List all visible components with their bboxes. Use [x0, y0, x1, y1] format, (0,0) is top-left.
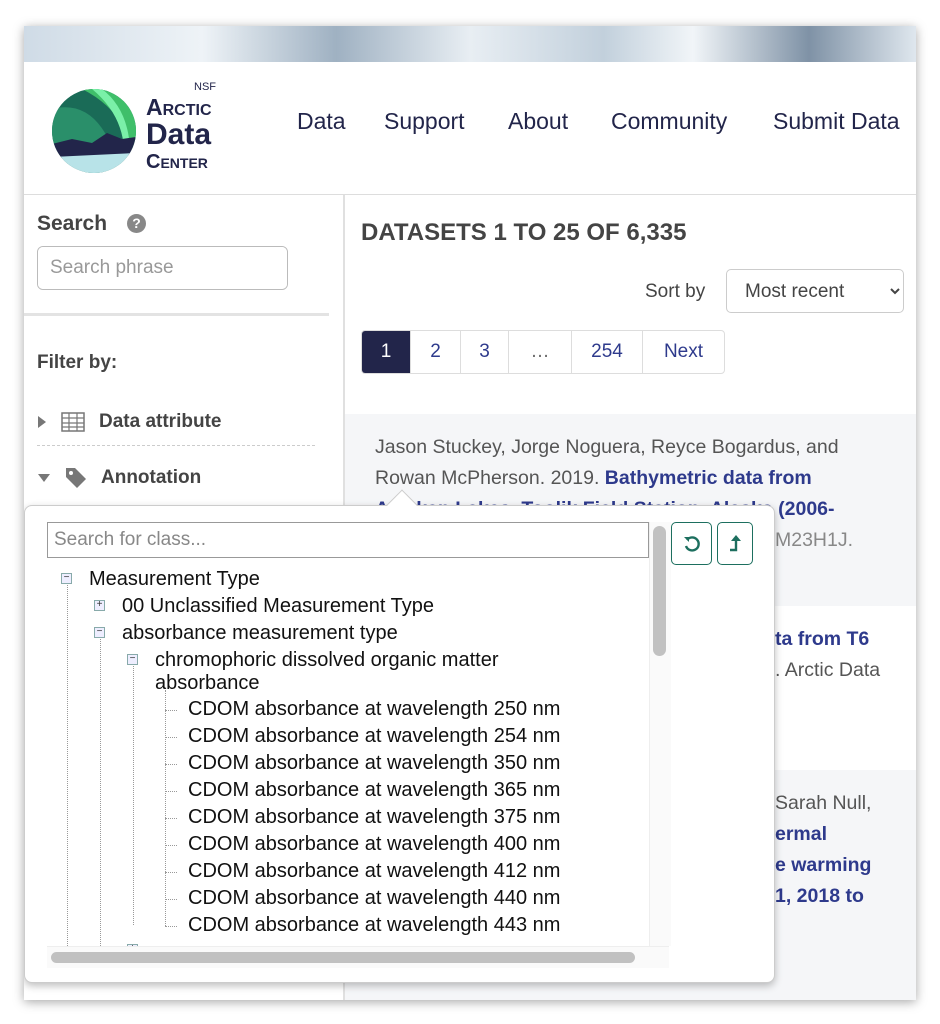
- help-icon[interactable]: ?: [127, 214, 146, 233]
- tree-connector: [165, 845, 177, 846]
- tree-connector: [165, 899, 177, 900]
- sort-select[interactable]: Most recent: [726, 269, 904, 313]
- next-page[interactable]: Next: [643, 331, 724, 373]
- tree-node-leaf[interactable]: CDOM absorbance at wavelength 254 nm: [188, 725, 560, 748]
- tree-connector: [165, 791, 177, 792]
- page-3[interactable]: 3: [461, 331, 509, 373]
- result-title-link[interactable]: 1, 2018 to: [775, 885, 864, 907]
- result-title-link[interactable]: ermal: [775, 823, 827, 845]
- logo-arctic: Arctic: [146, 94, 212, 120]
- nav-submit-data[interactable]: Submit Data: [773, 108, 900, 135]
- divider: [24, 313, 329, 316]
- pagination: 1 2 3 … 254 Next: [361, 330, 725, 374]
- tree-connector: [165, 818, 177, 819]
- facet-data-attribute[interactable]: Data attribute: [37, 411, 221, 433]
- class-tree: − Measurement Type + 00 Unclassified Mea…: [47, 560, 669, 946]
- page-254[interactable]: 254: [572, 331, 643, 373]
- tag-icon: [66, 468, 86, 488]
- sort-label: Sort by: [645, 281, 706, 302]
- rotate-left-icon: [683, 535, 700, 552]
- tree-node-leaf[interactable]: CDOM absorbance at wavelength 350 nm: [188, 752, 560, 775]
- tree-connector: [165, 872, 177, 873]
- result-title-link[interactable]: ta from T6: [775, 628, 869, 650]
- expand-icon[interactable]: +: [94, 600, 105, 611]
- facet-label: Data attribute: [99, 411, 222, 432]
- search-box: [37, 246, 288, 290]
- horizontal-scrollbar-thumb[interactable]: [51, 952, 635, 963]
- result-authors: Sarah Null,: [775, 792, 872, 814]
- logo-nsf: NSF: [194, 81, 216, 93]
- collapse-icon[interactable]: −: [127, 654, 138, 665]
- page-1[interactable]: 1: [362, 331, 411, 373]
- tree-node-absorbance[interactable]: absorbance measurement type: [122, 622, 398, 645]
- class-search-input[interactable]: [47, 522, 649, 558]
- facet-annotation[interactable]: Annotation: [37, 467, 201, 489]
- reset-button[interactable]: [671, 522, 712, 565]
- page: NSF Arctic Data Center Data Support Abou…: [24, 26, 916, 1000]
- tree-node-unclassified[interactable]: 00 Unclassified Measurement Type: [122, 595, 434, 618]
- logo-data: Data: [146, 118, 212, 151]
- arctic-data-center-logo[interactable]: [52, 89, 136, 173]
- results-count: DATASETS 1 TO 25 OF 6,335: [361, 219, 687, 246]
- tree-connector: [165, 926, 177, 927]
- collapse-icon[interactable]: −: [94, 627, 105, 638]
- filter-label: Filter by:: [37, 352, 118, 373]
- nav-about[interactable]: About: [508, 108, 568, 135]
- caret-right-icon: [38, 416, 46, 428]
- table-icon: [61, 412, 85, 432]
- page-2[interactable]: 2: [411, 331, 461, 373]
- search-input[interactable]: [38, 247, 287, 289]
- up-level-button[interactable]: [717, 522, 753, 565]
- page-ellipsis: …: [509, 331, 572, 373]
- tree-node-leaf[interactable]: CDOM absorbance at wavelength 250 nm: [188, 698, 560, 721]
- tree-node-leaf[interactable]: CDOM absorbance at wavelength 412 nm: [188, 860, 560, 883]
- annotation-class-picker-popover: − Measurement Type + 00 Unclassified Mea…: [24, 489, 775, 983]
- nav-community[interactable]: Community: [611, 108, 727, 135]
- level-up-icon: [730, 534, 741, 551]
- header-banner-image: [24, 26, 916, 62]
- collapse-icon[interactable]: −: [61, 573, 72, 584]
- search-label: Search: [37, 212, 108, 235]
- logo-center: Center: [146, 151, 208, 173]
- tree-node-measurement-type[interactable]: Measurement Type: [89, 568, 260, 591]
- tree-node-cdom-absorbance[interactable]: chromophoric dissolved organic matter ab…: [155, 649, 555, 695]
- facet-label: Annotation: [101, 467, 202, 488]
- caret-down-icon: [38, 474, 50, 482]
- tree-node-leaf[interactable]: CDOM absorbance at wavelength 365 nm: [188, 779, 560, 802]
- divider: [37, 445, 315, 446]
- tree-connector: [165, 737, 177, 738]
- result-title-link[interactable]: e warming: [775, 854, 871, 876]
- tree-connector: [165, 710, 177, 711]
- tree-connector: [165, 764, 177, 765]
- tree-node-leaf[interactable]: CDOM absorbance at wavelength 440 nm: [188, 887, 560, 910]
- nav-data[interactable]: Data: [297, 108, 346, 135]
- result-citation: . Arctic Data: [775, 659, 881, 681]
- tree-node-leaf[interactable]: CDOM absorbance at wavelength 400 nm: [188, 833, 560, 856]
- tree-node-leaf[interactable]: CDOM absorbance at wavelength 375 nm: [188, 806, 560, 829]
- tree-node-leaf[interactable]: CDOM absorbance at wavelength 443 nm: [188, 914, 560, 937]
- nav-support[interactable]: Support: [384, 108, 465, 135]
- site-header: NSF Arctic Data Center Data Support Abou…: [24, 62, 916, 195]
